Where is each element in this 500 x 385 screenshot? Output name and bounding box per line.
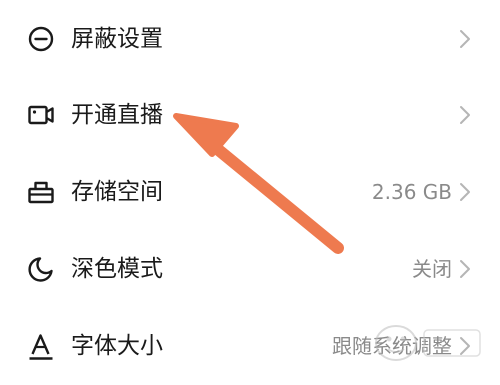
storage-size-value: 2.36 GB: [371, 180, 452, 204]
settings-item-font-size[interactable]: 字体大小 跟随系统调整: [0, 309, 500, 385]
font-size-value: 跟随系统调整: [332, 334, 452, 358]
settings-item-label: 屏蔽设置: [71, 26, 163, 52]
settings-item-label: 深色模式: [71, 256, 163, 282]
settings-item-label: 字体大小: [71, 333, 163, 359]
settings-item-label: 存储空间: [71, 179, 163, 205]
moon-icon: [26, 254, 56, 284]
settings-item-dark-mode[interactable]: 深色模式 关闭: [0, 232, 500, 308]
chevron-right-icon: [458, 335, 472, 357]
settings-item-storage[interactable]: 存储空间 2.36 GB: [0, 155, 500, 231]
settings-list: 屏蔽设置 开通直播 存储空间 2.36 GB 深色模式 关闭 字体大小 跟随系统…: [0, 0, 500, 375]
chevron-right-icon: [458, 104, 472, 126]
settings-item-live[interactable]: 开通直播: [0, 78, 500, 154]
block-icon: [26, 24, 56, 54]
font-size-icon: [26, 331, 56, 361]
chevron-right-icon: [458, 181, 472, 203]
storage-icon: [26, 177, 56, 207]
chevron-right-icon: [458, 28, 472, 50]
video-camera-icon: [26, 100, 56, 130]
dark-mode-value: 关闭: [412, 257, 452, 281]
chevron-right-icon: [458, 258, 472, 280]
settings-item-block[interactable]: 屏蔽设置: [0, 2, 500, 78]
settings-item-label: 开通直播: [71, 102, 163, 128]
